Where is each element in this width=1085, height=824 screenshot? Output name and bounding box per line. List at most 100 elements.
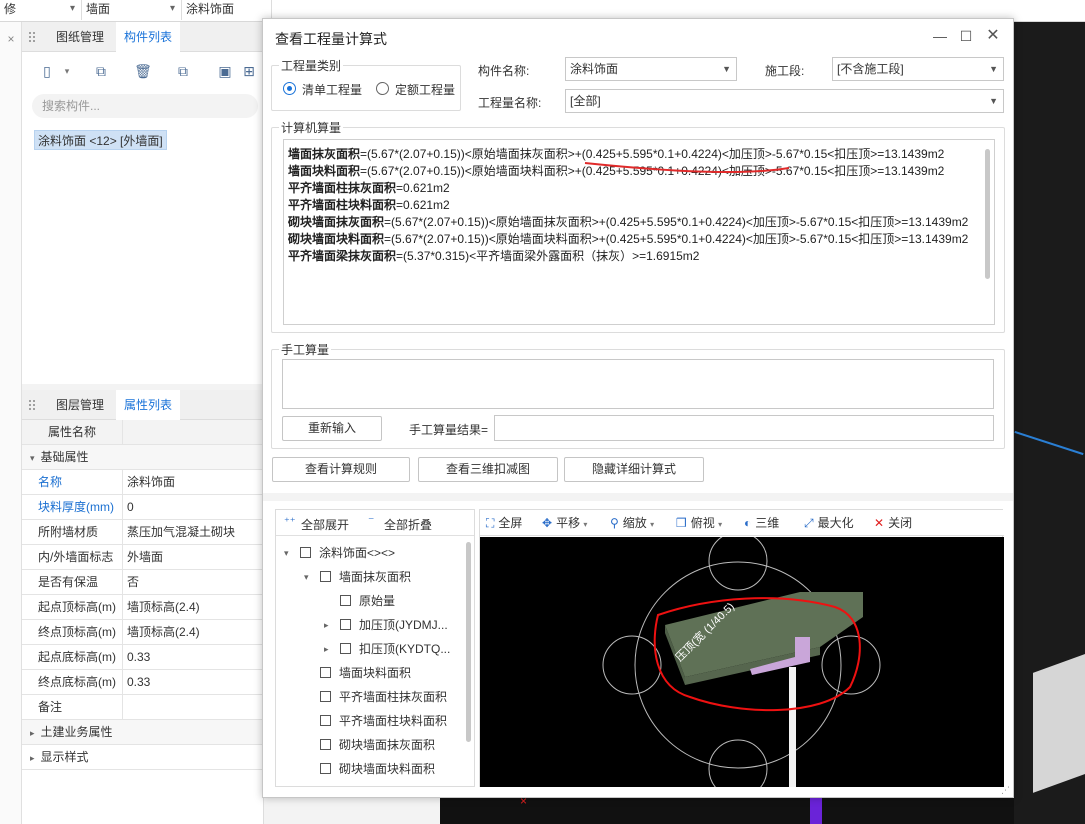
fullscreen-tool[interactable]: ⛶ 全屏: [486, 510, 522, 536]
tree-node-label: 加压顶(JYDMJ...: [359, 618, 448, 632]
manual-result-input[interactable]: [494, 415, 994, 441]
chevron-down-icon[interactable]: ▾: [304, 566, 309, 588]
search-input[interactable]: 搜索构件...: [32, 94, 258, 118]
chevron-right-icon[interactable]: ▸: [324, 614, 329, 636]
group-civil-properties[interactable]: ▸ 土建业务属性: [22, 720, 264, 745]
maximize-icon[interactable]: ☐: [954, 25, 978, 47]
radio-list-quantity[interactable]: [283, 82, 296, 95]
tree-node[interactable]: 砌块墙面块料面积: [320, 758, 435, 780]
quantity-name-select[interactable]: [全部] ▼: [565, 89, 1004, 113]
tree-node-label: 墙面抹灰面积: [339, 570, 412, 584]
tree-node[interactable]: 平齐墙面柱块料面积: [320, 710, 447, 732]
category-selector[interactable]: 墙面 ▾: [82, 0, 182, 20]
calc-scrollbar[interactable]: [985, 149, 990, 279]
property-row[interactable]: 起点顶标高(m) 墙顶标高(2.4): [22, 595, 264, 620]
copy-icon[interactable]: ⧉: [90, 60, 112, 82]
3d-view-tool[interactable]: ◐ 三维: [744, 510, 779, 536]
calc-line-name: 平齐墙面柱抹灰面积: [288, 181, 397, 195]
chevron-down-icon[interactable]: ▾: [284, 542, 289, 564]
group-basic-properties[interactable]: ▾ 基础属性: [22, 445, 264, 470]
tree-node[interactable]: 平齐墙面柱抹灰面积: [320, 686, 447, 708]
stage-select[interactable]: [不含施工段] ▼: [832, 57, 1004, 81]
property-value[interactable]: 墙顶标高(2.4): [122, 595, 264, 619]
collapse-all-button[interactable]: 全部折叠: [384, 516, 432, 533]
tab-component-list[interactable]: 构件列表: [116, 22, 181, 52]
property-row[interactable]: 块料厚度(mm) 0: [22, 495, 264, 520]
chevron-down-icon: ▾: [69, 3, 75, 14]
property-value[interactable]: 否: [122, 570, 264, 594]
property-value[interactable]: 0: [122, 495, 264, 519]
component-name-select[interactable]: 涂料饰面 ▼: [565, 57, 737, 81]
orbit-handle-top: [708, 537, 768, 591]
hide-detail-button[interactable]: 隐藏详细计算式: [564, 457, 704, 482]
expand-all-button[interactable]: 全部展开: [301, 516, 349, 533]
orbit-handle-bottom: [708, 739, 768, 787]
minimize-icon[interactable]: —: [928, 25, 952, 47]
export-icon[interactable]: ⊞: [238, 60, 260, 82]
tree-node[interactable]: ▾ 墙面抹灰面积: [304, 566, 412, 588]
group-display-style[interactable]: ▸ 显示样式: [22, 745, 264, 770]
resize-grip-icon[interactable]: ⋰: [1001, 785, 1010, 796]
save-icon[interactable]: ▣: [214, 60, 236, 82]
property-row[interactable]: 起点底标高(m) 0.33: [22, 645, 264, 670]
tab-layer-management[interactable]: 图层管理: [48, 390, 112, 420]
calc-line: 平齐墙面梁抹灰面积=(5.37*0.315)<平齐墙面梁外露面积（抹灰）>=1.…: [288, 248, 976, 265]
chevron-right-icon[interactable]: ▸: [324, 638, 329, 660]
property-value[interactable]: 外墙面: [122, 545, 264, 569]
property-row[interactable]: 名称 涂料饰面: [22, 470, 264, 495]
document-icon: [320, 763, 331, 774]
viewer-scene[interactable]: 压顶(宽 (1/40.5): [480, 537, 1004, 787]
reenter-button[interactable]: 重新输入: [282, 416, 382, 441]
property-row[interactable]: 备注: [22, 695, 264, 720]
close-tool[interactable]: ✕ 关闭: [874, 510, 912, 536]
component-panel-tabbar: 图纸管理 构件列表: [22, 22, 263, 52]
property-value[interactable]: 0.33: [122, 670, 264, 694]
close-icon[interactable]: ×: [0, 32, 22, 46]
tab-property-list[interactable]: 属性列表: [116, 390, 181, 420]
floor-selector[interactable]: 修 ▾: [0, 0, 82, 20]
property-value[interactable]: 涂料饰面: [122, 470, 264, 494]
chevron-down-icon: ▾: [30, 453, 35, 463]
manual-calc-input[interactable]: [282, 359, 994, 409]
tree-node[interactable]: ▸ 扣压顶(KYDTQ...: [324, 638, 450, 660]
tree-node[interactable]: ▾ 涂料饰面<><>: [284, 542, 395, 564]
radio-list-quantity-label[interactable]: 清单工程量: [302, 81, 362, 98]
pan-tool[interactable]: ✥ 平移 ▾: [542, 510, 587, 538]
delete-icon[interactable]: 🗑: [132, 60, 154, 82]
calc-line: 砌块墙面抹灰面积=(5.67*(2.07+0.15))<原始墙面抹灰面积>+(0…: [288, 214, 976, 231]
duplicate-icon[interactable]: ⧉: [172, 60, 194, 82]
property-row[interactable]: 所附墙材质 蒸压加气混凝土砌块: [22, 520, 264, 545]
tree-scrollbar[interactable]: [466, 542, 471, 742]
top-view-tool[interactable]: ❒ 俯视 ▾: [676, 510, 722, 538]
property-value[interactable]: 墙顶标高(2.4): [122, 620, 264, 644]
chevron-down-icon[interactable]: ▾: [60, 60, 74, 82]
radio-quota-quantity-label[interactable]: 定额工程量: [395, 81, 455, 98]
view-rules-button[interactable]: 查看计算规则: [272, 457, 410, 482]
component-selector[interactable]: 涂料饰面: [182, 0, 272, 20]
tab-drawing-management[interactable]: 图纸管理: [48, 22, 112, 52]
close-icon[interactable]: ✕: [981, 25, 1005, 47]
radio-quota-quantity[interactable]: [376, 82, 389, 95]
tree-node[interactable]: 墙面块料面积: [320, 662, 411, 684]
property-row[interactable]: 终点底标高(m) 0.33: [22, 670, 264, 695]
property-row[interactable]: 内/外墙面标志 外墙面: [22, 545, 264, 570]
property-key: 内/外墙面标志: [38, 550, 114, 564]
zoom-label: 缩放: [622, 516, 647, 530]
property-row[interactable]: 终点顶标高(m) 墙顶标高(2.4): [22, 620, 264, 645]
tree-node[interactable]: 原始量: [340, 590, 395, 612]
new-component-icon[interactable]: ▯: [36, 60, 58, 82]
zoom-tool[interactable]: ⚲ 缩放 ▾: [610, 510, 654, 538]
drag-handle-icon[interactable]: [28, 399, 36, 411]
property-value[interactable]: [122, 695, 264, 719]
property-value[interactable]: 0.33: [122, 645, 264, 669]
maximize-tool[interactable]: ⤢ 最大化: [804, 510, 854, 536]
component-list-item[interactable]: 涂料饰面 <12> [外墙面]: [34, 130, 167, 150]
property-value[interactable]: 蒸压加气混凝土砌块: [122, 520, 264, 544]
tree-node[interactable]: 砌块墙面抹灰面积: [320, 734, 435, 756]
view-3d-button[interactable]: 查看三维扣减图: [418, 457, 558, 482]
model-viewport[interactable]: [1013, 22, 1085, 824]
floor-selector-label: 修: [4, 2, 17, 16]
property-row[interactable]: 是否有保温 否: [22, 570, 264, 595]
drag-handle-icon[interactable]: [28, 31, 36, 43]
tree-node[interactable]: ▸ 加压顶(JYDMJ...: [324, 614, 448, 636]
